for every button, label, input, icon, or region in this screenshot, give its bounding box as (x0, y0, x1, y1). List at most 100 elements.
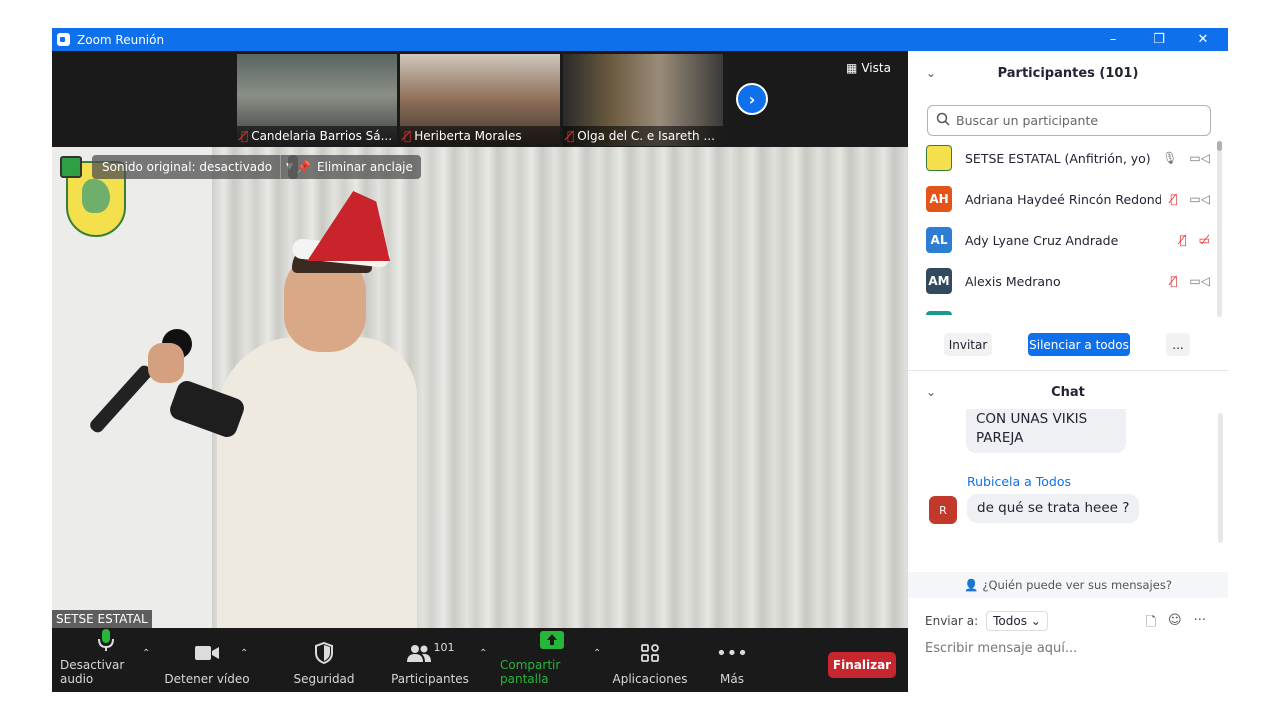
participants-options-caret-icon[interactable]: ⌃ (479, 648, 487, 659)
participants-header: ⌄ Participantes (101) (908, 53, 1228, 93)
video-camera-icon[interactable]: ▭◁ (1189, 274, 1210, 288)
person-icon: 👤 (964, 578, 979, 592)
mic-muted-icon[interactable]: 🎙̸ (1179, 233, 1186, 247)
video-off-icon[interactable]: ▭̸ (1199, 233, 1210, 247)
meeting-area: 🎙̸ Candelaria Barrios Sá... 🎙̸ Heriberta M… (52, 51, 908, 692)
more-button[interactable]: ••• Más (708, 628, 756, 692)
chat-message: de qué se trata heee ? (967, 494, 1140, 523)
avatar: R (929, 496, 957, 524)
apps-label: Aplicaciones (612, 672, 688, 686)
invite-button[interactable]: Invitar (944, 333, 992, 356)
chat-header: ⌄ Chat (908, 372, 1228, 412)
unpin-label: Eliminar anclaje (316, 160, 413, 174)
more-dots-icon[interactable]: ··· (1194, 613, 1206, 635)
security-label: Seguridad (293, 672, 355, 686)
video-options-caret-icon[interactable]: ⌃ (240, 648, 248, 659)
more-options-button[interactable]: ... (1166, 333, 1190, 356)
chat-message: CON UNAS VIKIS PAREJA (966, 409, 1126, 453)
audio-options-caret-icon[interactable]: ⌃ (142, 648, 150, 659)
mic-muted-icon[interactable]: 🎙̸ (1170, 192, 1177, 206)
stop-video-button[interactable]: Detener vídeo (164, 628, 250, 692)
mute-all-button[interactable]: Silenciar a todos (1028, 333, 1130, 356)
shield-icon (315, 640, 333, 666)
mute-audio-label: Desactivar audio (60, 658, 125, 686)
participant-name: Alexis Medrano (965, 273, 1061, 289)
search-participant-input[interactable]: Buscar un participante (927, 105, 1211, 136)
mic-muted-icon: 🎙̸ (241, 129, 249, 143)
participant-row[interactable]: AH Adriana Haydeé Rincón Redonda 🎙̸ ▭◁ (926, 181, 1210, 217)
chevron-down-icon[interactable]: ⌄ (926, 385, 936, 399)
more-label: Más (720, 672, 744, 686)
participants-icon: 101 (406, 640, 455, 666)
participant-thumbnail[interactable]: 🎙̸ Candelaria Barrios Sá... (237, 54, 397, 146)
original-sound-control[interactable]: Sonido original: desactivado ▼ (92, 155, 299, 179)
who-can-see-label: ¿Quién puede ver sus mensajes? (982, 578, 1172, 592)
participants-button[interactable]: 101 Participantes (390, 628, 470, 692)
avatar: AH (926, 186, 952, 212)
thumbnail-name: Heriberta Morales (414, 129, 522, 143)
chevron-right-icon: › (748, 89, 756, 109)
apps-button[interactable]: Aplicaciones (612, 628, 688, 692)
share-screen-label: Compartir pantalla (500, 658, 561, 686)
participants-scrollbar[interactable] (1217, 141, 1222, 317)
pin-icon: 📌 (296, 160, 311, 174)
close-button[interactable]: ✕ (1180, 28, 1226, 51)
stop-video-label: Detener vídeo (164, 672, 250, 686)
view-button[interactable]: ▦ Vista (846, 61, 891, 75)
grid-view-icon: ▦ (846, 61, 858, 75)
file-icon[interactable]: 🗋 (1146, 613, 1156, 635)
security-button[interactable]: Seguridad (288, 628, 360, 692)
microphone-icon (97, 628, 115, 652)
partial-avatar (926, 311, 952, 315)
participant-status: 🎙̸ ▭◁ (1170, 192, 1210, 206)
who-can-see-link[interactable]: 👤 ¿Quién puede ver sus mensajes? (908, 572, 1228, 598)
thumbnail-label: 🎙̸ Candelaria Barrios Sá... (237, 126, 397, 146)
thumbnail-name: Olga del C. e Isareth ... (577, 129, 715, 143)
mic-muted-icon: 🎙̸ (404, 129, 412, 143)
send-to-label: Enviar a: (925, 614, 979, 628)
send-to-dropdown[interactable]: Todos ⌄ (986, 611, 1048, 631)
next-page-button[interactable]: › (736, 83, 768, 115)
participants-count: 101 (433, 640, 455, 654)
participants-title: Participantes (101) (997, 65, 1139, 81)
thumbnail-name: Candelaria Barrios Sá... (251, 129, 393, 143)
share-options-caret-icon[interactable]: ⌃ (593, 648, 601, 659)
participant-name: Ady Lyane Cruz Andrade (965, 232, 1119, 248)
restore-button[interactable]: ❐ (1136, 28, 1182, 51)
video-camera-icon[interactable]: ▭◁ (1189, 192, 1210, 206)
mic-muted-icon: 🎙̸ (567, 129, 575, 143)
end-meeting-button[interactable]: Finalizar (828, 652, 896, 678)
zoom-logo-icon (57, 33, 70, 46)
chat-sender: Rubicela a Todos (967, 474, 1072, 489)
participant-thumbnail[interactable]: 🎙̸ Olga del C. e Isareth ... (563, 54, 723, 146)
chat-scrollbar[interactable] (1218, 413, 1223, 543)
participant-row[interactable]: AM Alexis Medrano 🎙̸ ▭◁ (926, 263, 1210, 299)
video-camera-icon (194, 640, 220, 666)
original-sound-label: Sonido original: desactivado (102, 160, 273, 174)
participant-row[interactable]: AL Ady Lyane Cruz Andrade 🎙̸ ▭̸ (926, 222, 1210, 258)
view-label: Vista (861, 61, 891, 75)
unpin-button[interactable]: 📌 Eliminar anclaje (288, 155, 421, 179)
participant-row[interactable]: SETSE ESTATAL (Anfitrión, yo) 🎙 ▭◁ (926, 140, 1210, 176)
mic-icon[interactable]: 🎙 (1162, 151, 1177, 165)
emoji-icon[interactable]: ☺ (1168, 613, 1182, 635)
active-speaker-video: Sonido original: desactivado ▼ 📌 Elimina… (52, 147, 908, 628)
participant-status: 🎙̸ ▭̸ (1179, 233, 1210, 247)
thumbnail-label: 🎙̸ Heriberta Morales (400, 126, 560, 146)
security-indicator-icon (60, 156, 82, 178)
participant-name: Adriana Haydeé Rincón Redonda (965, 191, 1161, 207)
video-camera-icon[interactable]: ▭◁ (1189, 151, 1210, 165)
chevron-down-icon[interactable]: ⌄ (926, 66, 936, 80)
participant-thumbnail[interactable]: 🎙̸ Heriberta Morales (400, 54, 560, 146)
share-screen-icon (540, 628, 564, 652)
send-to-value: Todos (993, 614, 1027, 628)
mic-muted-icon[interactable]: 🎙̸ (1170, 274, 1177, 288)
minimize-button[interactable]: – (1090, 28, 1136, 51)
window-title: Zoom Reunión (77, 32, 165, 47)
avatar: AM (926, 268, 952, 294)
chat-title: Chat (1051, 384, 1085, 400)
mute-audio-button[interactable]: Desactivar audio (60, 628, 152, 692)
chat-message-input[interactable]: Escribir mensaje aquí... (925, 641, 1077, 656)
share-screen-button[interactable]: Compartir pantalla (500, 628, 604, 692)
gallery-strip: 🎙̸ Candelaria Barrios Sá... 🎙̸ Heriberta M… (52, 51, 908, 147)
